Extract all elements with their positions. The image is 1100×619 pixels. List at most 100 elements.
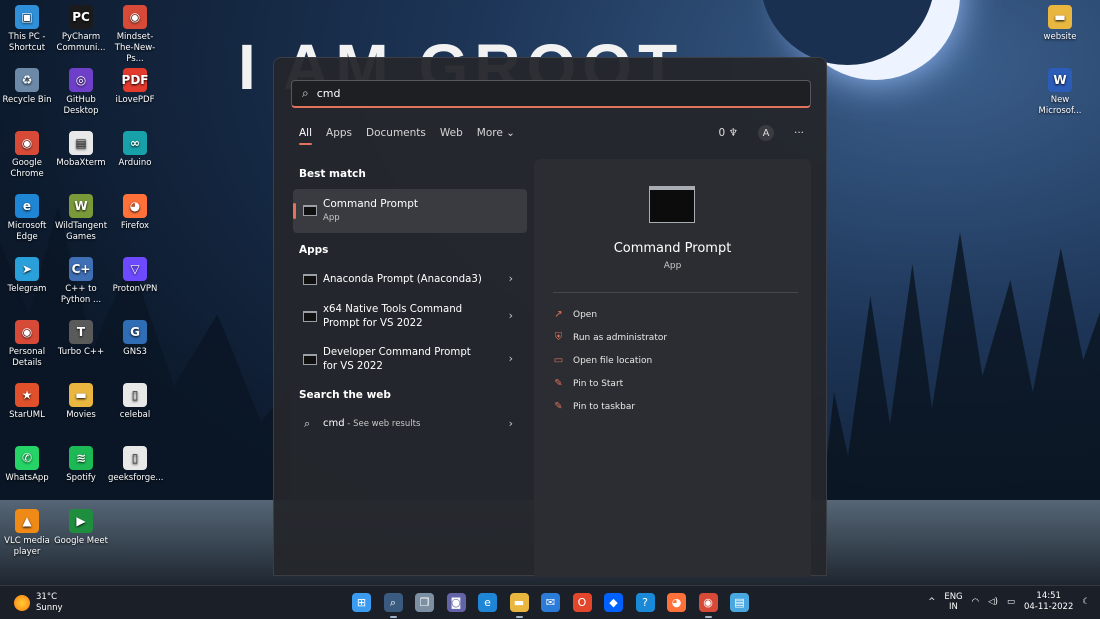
office[interactable]: O bbox=[572, 593, 592, 612]
protonvpn-icon: ▽ bbox=[123, 257, 147, 281]
cpp-to-python-icon: C+ bbox=[69, 257, 93, 281]
system-tray: ^ ENG IN ◠ ◁) ▭ 14:51 04-11-2022 ☾ bbox=[928, 591, 1090, 613]
desktop-icon-spotify[interactable]: ≋ Spotify bbox=[54, 446, 108, 484]
desktop-icon-mindset-chrome[interactable]: ◉ Mindset-The-New-Ps... bbox=[108, 5, 162, 65]
clock-date: 04-11-2022 bbox=[1023, 602, 1074, 612]
wildtangent-games-icon: W bbox=[69, 194, 93, 218]
apps-heading: Apps bbox=[299, 244, 329, 256]
geeksforge-file-icon: ▯ bbox=[123, 446, 147, 470]
trophy-icon: ♆ bbox=[728, 127, 738, 139]
action-label: Open file location bbox=[573, 355, 653, 366]
desktop-icon-personal-details[interactable]: ◉ Personal Details bbox=[0, 320, 54, 369]
app-developer-command-prompt[interactable]: Developer Command Prompt for VS 2022 › bbox=[293, 345, 527, 377]
desktop-icon-label: Movies bbox=[66, 410, 96, 420]
dropbox[interactable]: ◆ bbox=[604, 593, 623, 612]
help[interactable]: ? bbox=[635, 593, 655, 612]
movies-folder-icon: ▬ bbox=[69, 383, 93, 407]
chevron-right-icon[interactable]: › bbox=[509, 272, 513, 285]
weather-widget[interactable]: 31°C Sunny bbox=[14, 592, 63, 614]
wifi-icon[interactable]: ◠ bbox=[972, 597, 979, 607]
more-options-icon[interactable]: ··· bbox=[794, 127, 804, 139]
file-explorer[interactable]: ▬ bbox=[509, 593, 529, 618]
desktop-icon-google-meet[interactable]: ▶ Google Meet bbox=[54, 509, 108, 547]
desktop-icon-protonvpn[interactable]: ▽ ProtonVPN bbox=[108, 257, 162, 295]
file-explorer-icon: ▬ bbox=[513, 596, 525, 609]
tab-more[interactable]: More ⌄ bbox=[477, 127, 515, 145]
weather-condition: Sunny bbox=[36, 603, 63, 613]
chevron-right-icon[interactable]: › bbox=[509, 417, 513, 430]
desktop-icon-arduino[interactable]: ∞ Arduino bbox=[108, 131, 162, 169]
chevron-right-icon[interactable]: › bbox=[509, 309, 513, 322]
web-search-result[interactable]: ⌕ cmd - See web results › bbox=[293, 414, 527, 436]
desktop-icon-celebal-file[interactable]: ▯ celebal bbox=[108, 383, 162, 421]
task-view[interactable]: ❐ bbox=[415, 593, 434, 612]
best-match-command-prompt[interactable]: Command Prompt App bbox=[293, 189, 527, 233]
chrome-taskbar[interactable]: ◉ bbox=[698, 593, 718, 618]
action-run-as-administrator[interactable]: ⛨ Run as administrator bbox=[553, 332, 667, 343]
mail[interactable]: ✉ bbox=[541, 593, 560, 612]
desktop-icon-label: PyCharm Communi... bbox=[56, 32, 106, 53]
desktop-icon-mobaxterm[interactable]: ▤ MobaXterm bbox=[54, 131, 108, 169]
app-x64-native-tools[interactable]: x64 Native Tools Command Prompt for VS 2… bbox=[293, 302, 527, 334]
notepad[interactable]: ▤ bbox=[730, 593, 749, 612]
action-pin-to-taskbar[interactable]: ✎ Pin to taskbar bbox=[553, 401, 635, 412]
notepad-icon: ▤ bbox=[734, 596, 745, 609]
search-box[interactable]: ⌕ bbox=[291, 80, 811, 108]
show-hidden-icons-icon[interactable]: ^ bbox=[928, 597, 935, 607]
desktop-icon-whatsapp[interactable]: ✆ WhatsApp bbox=[0, 446, 54, 484]
edge-taskbar[interactable]: e bbox=[478, 593, 497, 612]
volume-icon[interactable]: ◁) bbox=[988, 597, 998, 607]
action-open-file-location[interactable]: ▭ Open file location bbox=[553, 355, 652, 366]
desktop-icon-wildtangent-games[interactable]: W WildTangent Games bbox=[54, 194, 108, 243]
web-query-suffix: - See web results bbox=[344, 419, 421, 429]
desktop-icon-recycle-bin[interactable]: ♻ Recycle Bin bbox=[0, 68, 54, 106]
detail-subtitle: App bbox=[663, 261, 682, 271]
rewards-points[interactable]: 0 ♆ bbox=[719, 127, 738, 139]
tab-all[interactable]: All bbox=[299, 127, 313, 145]
tab-apps[interactable]: Apps bbox=[326, 127, 352, 145]
desktop-icon-microsoft-edge[interactable]: e Microsoft Edge bbox=[0, 194, 54, 243]
desktop-icon-label: celebal bbox=[119, 410, 151, 420]
action-open[interactable]: ↗ Open bbox=[553, 309, 597, 320]
desktop-icon-github-desktop[interactable]: ◎ GitHub Desktop bbox=[54, 68, 108, 117]
teams-chat[interactable]: ◙ bbox=[446, 593, 466, 612]
chevron-right-icon[interactable]: › bbox=[509, 352, 513, 365]
desktop-icon-label: Microsoft Edge bbox=[7, 221, 47, 242]
desktop-icon-firefox[interactable]: ◕ Firefox bbox=[108, 194, 162, 232]
this-pc-shortcut-icon: ▣ bbox=[15, 5, 39, 29]
dropbox-icon: ◆ bbox=[609, 596, 618, 609]
language-indicator[interactable]: ENG IN bbox=[944, 592, 962, 612]
desktop-icon-this-pc-shortcut[interactable]: ▣ This PC - Shortcut bbox=[0, 5, 54, 54]
firefox-taskbar[interactable]: ◕ bbox=[667, 593, 686, 612]
action-pin-to-start[interactable]: ✎ Pin to Start bbox=[553, 378, 623, 389]
search-input[interactable] bbox=[316, 87, 797, 100]
desktop-icon-cpp-to-python[interactable]: C+ C++ to Python ... bbox=[54, 257, 108, 306]
desktop-icon-staruml[interactable]: ★ StarUML bbox=[0, 383, 54, 421]
tab-documents[interactable]: Documents bbox=[366, 127, 426, 145]
action-label: Open bbox=[573, 309, 598, 320]
desktop-icon-movies-folder[interactable]: ▬ Movies bbox=[54, 383, 108, 421]
desktop-icon-vlc-media-player[interactable]: ▲ VLC media player bbox=[0, 509, 54, 558]
clock[interactable]: 14:51 04-11-2022 bbox=[1024, 591, 1073, 613]
battery-icon[interactable]: ▭ bbox=[1007, 597, 1015, 607]
desktop-icon-telegram[interactable]: ➤ Telegram bbox=[0, 257, 54, 295]
search-taskbar[interactable]: ⌕ bbox=[383, 593, 403, 618]
shield-admin-icon: ⛨ bbox=[554, 332, 563, 343]
desktop-icon-turbo-cpp[interactable]: T Turbo C++ bbox=[54, 320, 108, 358]
web-query-term: cmd bbox=[323, 418, 345, 429]
desktop-icon-pycharm[interactable]: PC PyCharm Communi... bbox=[54, 5, 108, 54]
github-desktop-icon: ◎ bbox=[69, 68, 93, 92]
pin-icon: ✎ bbox=[554, 378, 563, 389]
desktop-icon-website-folder[interactable]: ▬ website bbox=[1033, 5, 1087, 43]
start-button[interactable]: ⊞ bbox=[352, 593, 371, 612]
app-anaconda-prompt[interactable]: Anaconda Prompt (Anaconda3) › bbox=[293, 269, 527, 291]
desktop-icon-geeksforge-file[interactable]: ▯ geeksforge... bbox=[108, 446, 163, 484]
desktop-icon-new-word-doc[interactable]: W New Microsof... bbox=[1033, 68, 1087, 117]
search-icon: ⌕ bbox=[304, 417, 311, 430]
desktop-icon-google-chrome[interactable]: ◉ Google Chrome bbox=[0, 131, 54, 180]
desktop-icon-ilovepdf[interactable]: PDF iLovePDF bbox=[108, 68, 162, 106]
notifications-icon[interactable]: ☾ bbox=[1082, 597, 1090, 607]
avatar[interactable]: A bbox=[757, 125, 774, 141]
tab-web[interactable]: Web bbox=[440, 127, 463, 145]
desktop-icon-gns3[interactable]: G GNS3 bbox=[108, 320, 162, 358]
